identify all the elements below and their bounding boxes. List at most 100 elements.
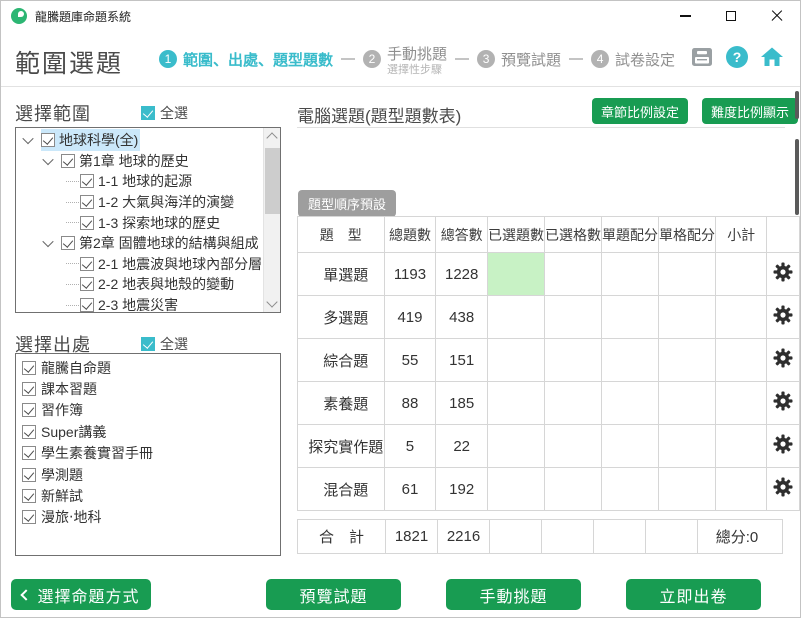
- range-select-all[interactable]: 全選: [141, 103, 188, 123]
- points-per-question-cell[interactable]: [602, 296, 659, 339]
- checkbox[interactable]: [61, 236, 75, 250]
- checkbox[interactable]: [80, 257, 94, 271]
- chevron-down-icon[interactable]: [42, 236, 53, 247]
- tree-item[interactable]: 2-2 地表與地殼的變動: [16, 274, 263, 295]
- scroll-down-icon[interactable]: [266, 296, 277, 307]
- source-item[interactable]: 習作簿: [16, 400, 280, 421]
- checkbox[interactable]: [80, 195, 94, 209]
- selected-cells-cell[interactable]: [545, 382, 602, 425]
- source-item[interactable]: 漫旅‧地科: [16, 507, 280, 528]
- empty-cell: [490, 520, 542, 554]
- row-settings-button[interactable]: [767, 425, 800, 468]
- gear-icon: [773, 391, 793, 411]
- help-button[interactable]: ?: [725, 45, 749, 69]
- row-settings-button[interactable]: [767, 382, 800, 425]
- points-per-cell-cell[interactable]: [659, 382, 716, 425]
- selected-cells-cell[interactable]: [545, 468, 602, 511]
- checkbox[interactable]: [22, 361, 36, 375]
- scrollbar-thumb[interactable]: [795, 91, 799, 119]
- points-per-question-cell[interactable]: [602, 339, 659, 382]
- points-per-question-cell[interactable]: [602, 425, 659, 468]
- tree-item[interactable]: 第1章 地球的歷史: [16, 151, 263, 172]
- checkbox[interactable]: [80, 216, 94, 230]
- tree-item[interactable]: 1-3 探索地球的歷史: [16, 212, 263, 233]
- points-per-question-cell[interactable]: [602, 253, 659, 296]
- row-settings-button[interactable]: [767, 468, 800, 511]
- selected-questions-cell[interactable]: [488, 468, 545, 511]
- source-item[interactable]: 課本習題: [16, 378, 280, 399]
- title-bar: 龍騰題庫命題系統: [1, 1, 800, 31]
- source-select-all-checkbox[interactable]: [141, 337, 155, 351]
- scrollbar-thumb[interactable]: [795, 139, 799, 215]
- row-settings-button[interactable]: [767, 296, 800, 339]
- scrollbar-thumb[interactable]: [265, 148, 280, 214]
- step-1[interactable]: 1 範圍、出處、題型題數: [159, 49, 333, 70]
- checkbox[interactable]: [22, 489, 36, 503]
- selected-cells-cell[interactable]: [545, 339, 602, 382]
- tree-item[interactable]: 2-1 地震波與地球內部分層: [16, 254, 263, 275]
- range-select-all-checkbox[interactable]: [141, 106, 155, 120]
- checkbox[interactable]: [80, 174, 94, 188]
- step-4[interactable]: 4 試卷設定: [591, 49, 675, 70]
- selected-questions-cell[interactable]: [488, 382, 545, 425]
- checkbox[interactable]: [22, 468, 36, 482]
- selected-cells-cell[interactable]: [545, 253, 602, 296]
- back-to-method-button[interactable]: 選擇命題方式: [11, 579, 151, 610]
- tree-scrollbar[interactable]: [263, 128, 280, 312]
- question-order-badge[interactable]: 題型順序預設: [298, 190, 396, 217]
- points-per-cell-cell[interactable]: [659, 425, 716, 468]
- row-settings-button[interactable]: [767, 253, 800, 296]
- preview-questions-button[interactable]: 預覽試題: [266, 579, 401, 610]
- checkbox[interactable]: [22, 403, 36, 417]
- manual-pick-button[interactable]: 手動挑題: [446, 579, 581, 610]
- source-item[interactable]: 學生素養實習手冊: [16, 443, 280, 464]
- source-select-all[interactable]: 全選: [141, 334, 188, 354]
- checkbox[interactable]: [22, 382, 36, 396]
- question-type-table: 題 型 總題數 總答數 已選題數 已選格數 單題配分 單格配分 小計 單選題 1…: [297, 216, 800, 511]
- checkbox[interactable]: [80, 277, 94, 291]
- selected-cells-cell[interactable]: [545, 296, 602, 339]
- source-item[interactable]: 龍騰自命題: [16, 357, 280, 378]
- tree-item[interactable]: 第2章 固體地球的結構與組成: [16, 233, 263, 254]
- save-button[interactable]: [690, 45, 714, 69]
- checkbox[interactable]: [22, 425, 36, 439]
- checkbox[interactable]: [41, 133, 55, 147]
- row-settings-button[interactable]: [767, 339, 800, 382]
- scroll-up-icon[interactable]: [266, 132, 277, 143]
- close-button[interactable]: [754, 1, 800, 31]
- source-item[interactable]: 學測題: [16, 464, 280, 485]
- chevron-down-icon[interactable]: [22, 133, 33, 144]
- maximize-button[interactable]: [708, 1, 754, 31]
- source-item[interactable]: 新鮮試: [16, 485, 280, 506]
- chevron-down-icon[interactable]: [42, 154, 53, 165]
- selected-questions-cell[interactable]: [488, 339, 545, 382]
- source-list: 龍騰自命題 課本習題 習作簿 Super講義 學生素養實習手冊 學測題 新鮮試 …: [15, 353, 281, 556]
- selected-cells-cell[interactable]: [545, 425, 602, 468]
- checkbox[interactable]: [22, 446, 36, 460]
- points-per-cell-cell[interactable]: [659, 468, 716, 511]
- step-3[interactable]: 3 預覽試題: [477, 49, 561, 70]
- tree-item[interactable]: 地球科學(全): [16, 130, 263, 151]
- points-per-cell-cell[interactable]: [659, 296, 716, 339]
- tree-item[interactable]: 1-2 大氣與海洋的演變: [16, 192, 263, 213]
- points-per-cell-cell[interactable]: [659, 253, 716, 296]
- checkbox[interactable]: [80, 298, 94, 312]
- selected-questions-cell[interactable]: [488, 253, 545, 296]
- step-1-label: 範圍、出處、題型題數: [183, 49, 333, 70]
- home-button[interactable]: [760, 45, 784, 69]
- points-per-cell-cell[interactable]: [659, 339, 716, 382]
- source-item[interactable]: Super講義: [16, 421, 280, 442]
- points-per-question-cell[interactable]: [602, 382, 659, 425]
- tree-item[interactable]: 2-3 地震災害: [16, 295, 263, 313]
- checkbox[interactable]: [61, 154, 75, 168]
- selected-questions-cell[interactable]: [488, 425, 545, 468]
- step-2[interactable]: 2 手動挑題 選擇性步驟: [363, 43, 447, 76]
- minimize-button[interactable]: [662, 1, 708, 31]
- difficulty-ratio-button[interactable]: 難度比例顯示: [702, 98, 798, 124]
- tree-item[interactable]: 1-1 地球的起源: [16, 171, 263, 192]
- generate-paper-button[interactable]: 立即出卷: [626, 579, 761, 610]
- chapter-ratio-button[interactable]: 章節比例設定: [592, 98, 688, 124]
- checkbox[interactable]: [22, 510, 36, 524]
- selected-questions-cell[interactable]: [488, 296, 545, 339]
- points-per-question-cell[interactable]: [602, 468, 659, 511]
